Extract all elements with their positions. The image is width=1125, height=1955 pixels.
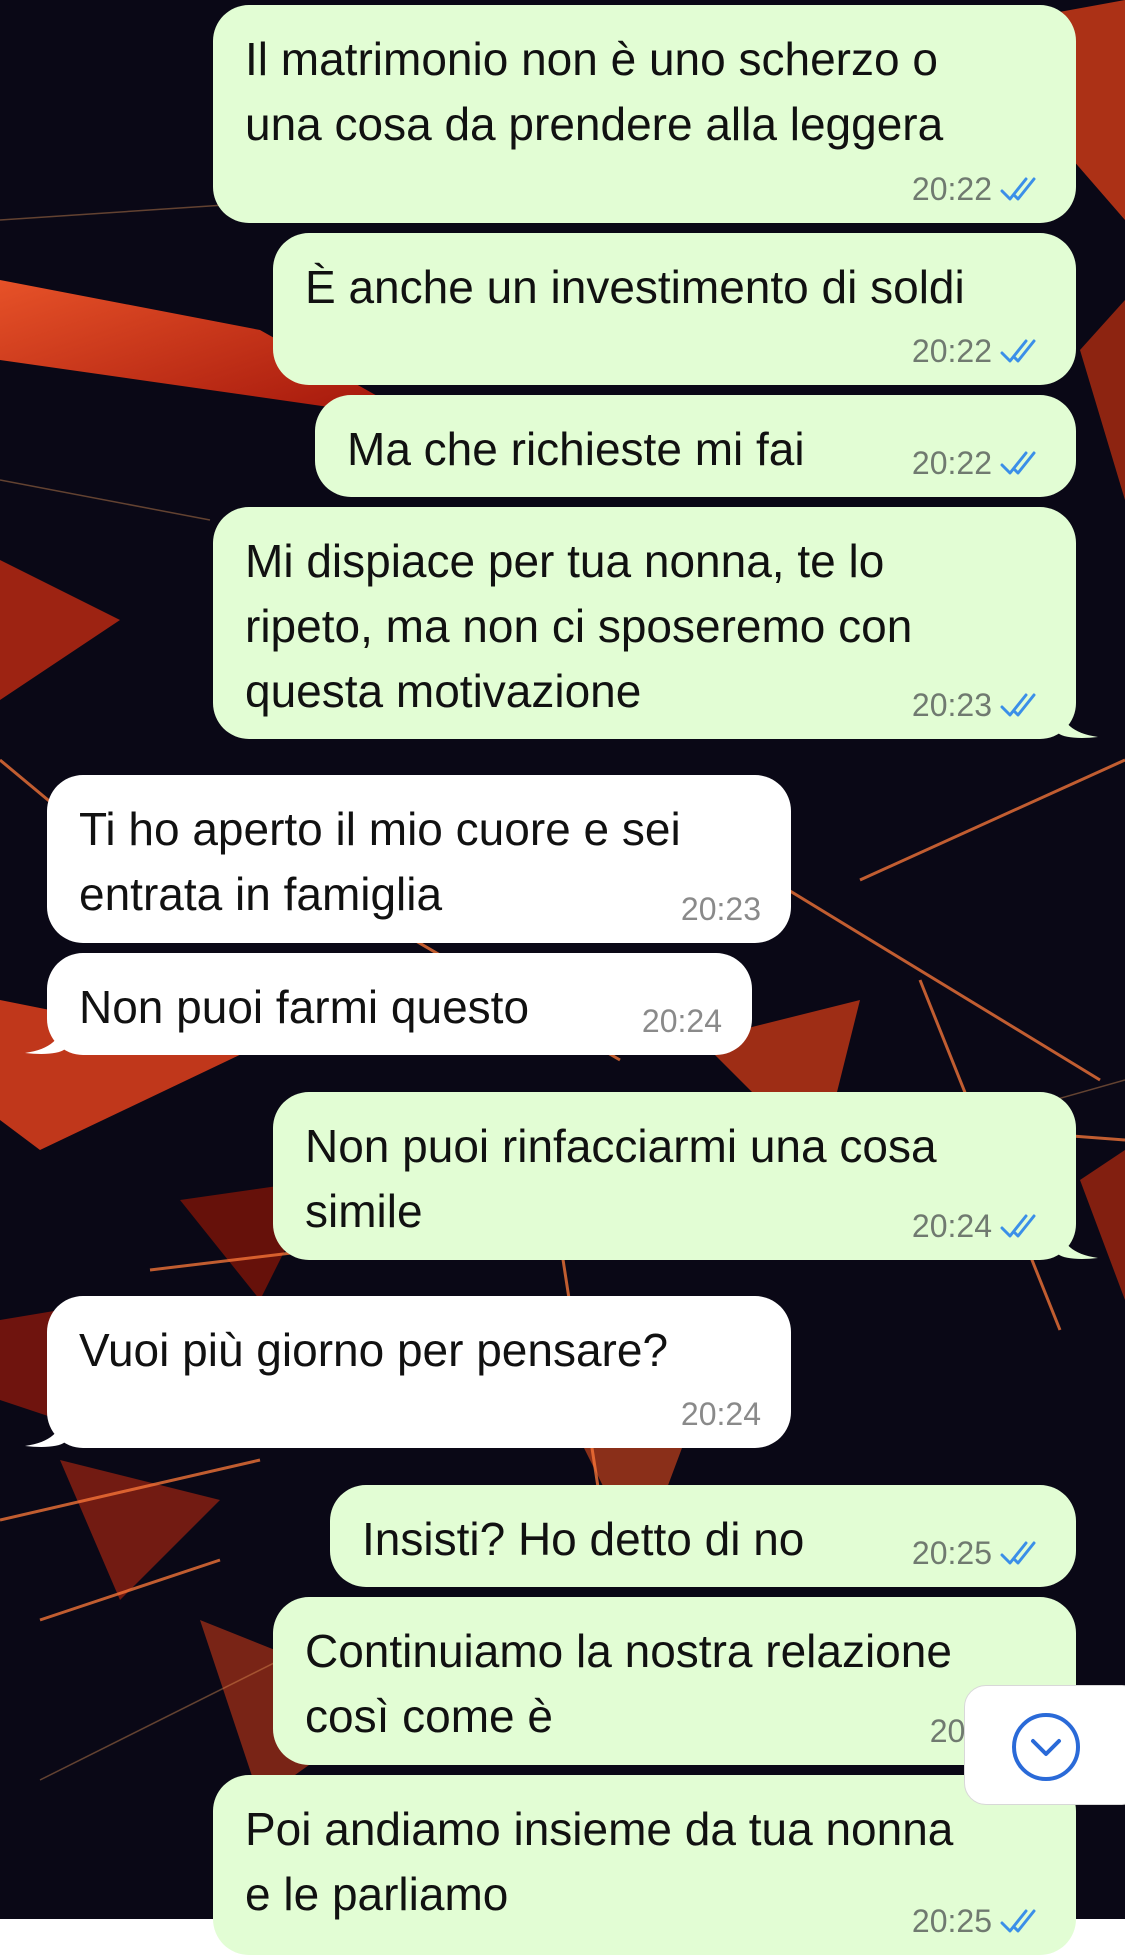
message-text: Il matrimonio non è uno scherzo o una co… [245,33,944,150]
message-time: 20:22 [911,333,992,369]
message-time: 20:24 [911,1208,992,1244]
outgoing-message-bubble[interactable]: Ma che richieste mi fai 20:22 [315,395,1076,497]
message-text: È anche un investimento di soldi [305,261,965,313]
read-receipt-icon [1000,177,1036,201]
outgoing-message-bubble[interactable]: Continuiamo la nostra relazione così com… [273,1597,1076,1765]
bubble-tail [25,1019,65,1054]
incoming-message-bubble[interactable]: Non puoi farmi questo 20:24 [25,953,752,1055]
message-time: 20:22 [911,445,992,481]
outgoing-message-bubble[interactable]: Il matrimonio non è uno scherzo o una co… [213,5,1076,223]
message-time: 20:24 [641,1003,722,1039]
message-meta: 20:25 [912,1903,1046,1939]
read-receipt-icon [1000,339,1036,363]
message-time: 20:23 [680,891,761,927]
outgoing-message-bubble[interactable]: Insisti? Ho detto di no 20:25 [330,1485,1076,1587]
message-meta: 20:25 [912,1535,1046,1571]
message-meta: 20:22 [912,333,1046,369]
message-meta: 20:23 [912,687,1046,723]
message-time: 20:25 [911,1535,992,1571]
message-meta: 20:23 [681,891,761,927]
outgoing-message-bubble[interactable]: È anche un investimento di soldi 20:22 [273,233,1076,385]
read-receipt-icon [1000,1909,1036,1933]
message-time: 20:25 [911,1903,992,1939]
scroll-to-bottom-button[interactable] [964,1685,1125,1805]
incoming-message-bubble[interactable]: Ti ho aperto il mio cuore e sei entrata … [47,775,791,943]
message-text: Non puoi farmi questo [79,981,530,1033]
message-meta: 20:22 [912,171,1046,207]
message-meta: 20:24 [912,1208,1046,1244]
message-time: 20:23 [911,687,992,723]
message-time: 20:22 [911,171,992,207]
bubble-tail [1058,703,1098,738]
bubble-tail [25,1412,65,1447]
bubble-tail [1058,1224,1098,1259]
read-receipt-icon [1000,1541,1036,1565]
message-meta: 20:24 [642,1003,722,1039]
outgoing-message-bubble[interactable]: Mi dispiace per tua nonna, te lo ripeto,… [213,507,1098,739]
message-text: Vuoi più giorno per pensare? [79,1324,669,1376]
message-meta: 20:22 [912,445,1046,481]
read-receipt-icon [1000,1214,1036,1238]
outgoing-message-bubble[interactable]: Poi andiamo insieme da tua nonna e le pa… [213,1775,1076,1955]
message-meta: 20:24 [681,1396,761,1432]
incoming-message-bubble[interactable]: Vuoi più giorno per pensare? 20:24 [25,1296,791,1448]
outgoing-message-bubble[interactable]: Non puoi rinfacciarmi una cosa simile 20:… [273,1092,1098,1260]
read-receipt-icon [1000,693,1036,717]
read-receipt-icon [1000,451,1036,475]
chevron-down-circle-icon [1012,1713,1080,1781]
message-text: Ti ho aperto il mio cuore e sei entrata … [79,803,681,920]
message-time: 20:24 [680,1396,761,1432]
